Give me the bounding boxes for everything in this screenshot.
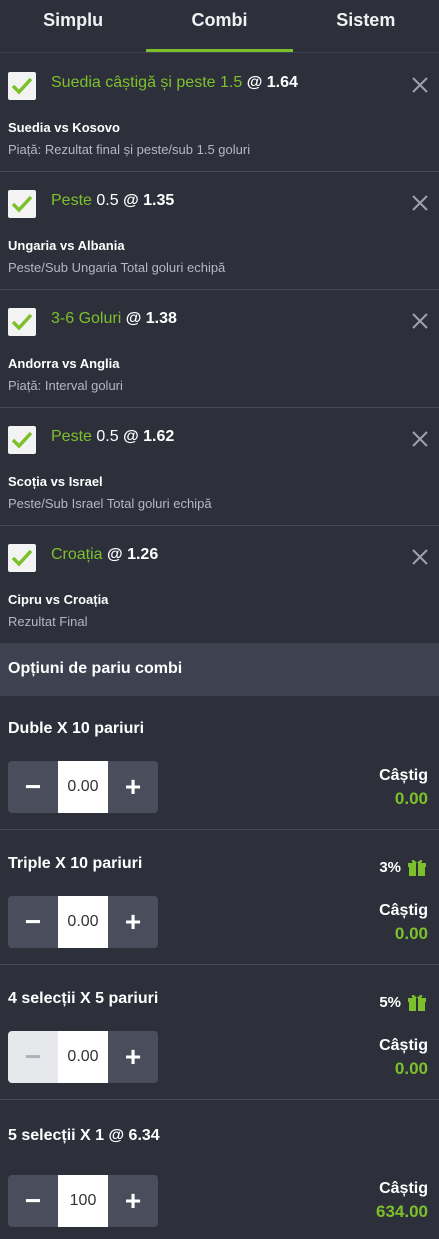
- selection-odds: @ 1.26: [107, 546, 159, 563]
- selection-pick: Peste: [51, 428, 92, 445]
- bonus-percent: 5%: [379, 993, 401, 1011]
- selection-odds: @ 1.64: [246, 74, 298, 91]
- tab-simplu[interactable]: Simplu: [0, 0, 146, 52]
- selection-item: 3-6 Goluri @ 1.38 Andorra vs Anglia Piaț…: [0, 290, 439, 408]
- stake-decrease-button[interactable]: −: [8, 761, 58, 813]
- tab-combi[interactable]: Combi: [146, 0, 293, 52]
- selection-item: Peste 0.5 @ 1.62 Scoția vs Israel Peste/…: [0, 408, 439, 526]
- bonus-badge: 5%: [379, 992, 427, 1012]
- combi-options-header: Opțiuni de pariu combi: [0, 643, 439, 696]
- bet-option-label: Duble X 10 pariuri: [8, 720, 145, 737]
- bonus-percent: 3%: [379, 858, 401, 876]
- stake-input[interactable]: 0.00: [58, 1031, 108, 1083]
- selection-match: Cipru vs Croația: [8, 592, 109, 607]
- close-icon[interactable]: [411, 430, 429, 448]
- selection-item: Suedia câștigă și peste 1.5 @ 1.64 Suedi…: [0, 54, 439, 172]
- stake-stepper: − 0.00 +: [8, 761, 158, 813]
- selection-checkbox[interactable]: [8, 190, 36, 218]
- stake-increase-button[interactable]: +: [108, 1175, 158, 1227]
- winnings-value: 0.00: [394, 924, 428, 943]
- check-icon: [11, 549, 33, 567]
- selection-market: Rezultat Final: [8, 614, 88, 629]
- winnings-value: 0.00: [394, 1059, 428, 1078]
- stake-increase-button[interactable]: +: [108, 761, 158, 813]
- stake-decrease-button[interactable]: −: [8, 1031, 58, 1083]
- selection-pick-extra: 0.5: [91, 192, 119, 209]
- selection-title: Peste 0.5 @ 1.62: [51, 428, 174, 446]
- close-icon[interactable]: [411, 548, 429, 566]
- bet-option-label: Triple X 10 pariuri: [8, 855, 143, 872]
- selection-odds: @ 1.38: [125, 310, 177, 327]
- selection-pick: 3-6 Goluri: [51, 310, 122, 327]
- bet-option-duble: Duble X 10 pariuri − 0.00 + Câștig 0.00: [0, 696, 439, 830]
- stake-increase-button[interactable]: +: [108, 896, 158, 948]
- bet-option-label: 5 selecții X 1 @ 6.34: [8, 1127, 160, 1144]
- selection-title: Peste 0.5 @ 1.35: [51, 192, 174, 210]
- winnings-value: 0.00: [394, 789, 428, 808]
- selection-market: Piață: Interval goluri: [8, 378, 123, 393]
- selection-item: Croația @ 1.26 Cipru vs Croația Rezultat…: [0, 526, 439, 644]
- selection-item: Peste 0.5 @ 1.35 Ungaria vs Albania Pest…: [0, 172, 439, 290]
- winnings-label: Câștig: [379, 902, 428, 919]
- stake-increase-button[interactable]: +: [108, 1031, 158, 1083]
- selection-checkbox[interactable]: [8, 308, 36, 336]
- selection-market: Peste/Sub Ungaria Total goluri echipă: [8, 260, 226, 275]
- close-icon[interactable]: [411, 194, 429, 212]
- selection-odds: @ 1.62: [123, 428, 175, 445]
- stake-input[interactable]: 0.00: [58, 896, 108, 948]
- check-icon: [11, 313, 33, 331]
- selection-pick: Peste: [51, 192, 92, 209]
- check-icon: [11, 195, 33, 213]
- bonus-badge: 3%: [379, 857, 427, 877]
- bet-type-tabs: Simplu Combi Sistem: [0, 0, 439, 53]
- winnings-label: Câștig: [379, 1180, 428, 1197]
- selection-title: 3-6 Goluri @ 1.38: [51, 310, 177, 328]
- close-icon[interactable]: [411, 312, 429, 330]
- selection-checkbox[interactable]: [8, 426, 36, 454]
- selection-odds: @ 1.35: [123, 192, 175, 209]
- selection-match: Andorra vs Anglia: [8, 356, 120, 371]
- stake-decrease-button[interactable]: −: [8, 896, 58, 948]
- stake-input[interactable]: 0.00: [58, 761, 108, 813]
- stake-decrease-button[interactable]: −: [8, 1175, 58, 1227]
- selection-pick: Croația: [51, 546, 103, 563]
- check-icon: [11, 431, 33, 449]
- selection-market: Piață: Rezultat final și peste/sub 1.5 g…: [8, 142, 251, 157]
- selection-checkbox[interactable]: [8, 544, 36, 572]
- check-icon: [11, 77, 33, 95]
- gift-icon: [408, 994, 426, 1011]
- winnings-label: Câștig: [379, 767, 428, 784]
- selection-match: Suedia vs Kosovo: [8, 120, 120, 135]
- selection-pick: Suedia câștigă și peste 1.5: [51, 74, 243, 91]
- selection-market: Peste/Sub Israel Total goluri echipă: [8, 496, 212, 511]
- winnings-label: Câștig: [379, 1037, 428, 1054]
- gift-icon: [408, 859, 426, 876]
- bet-option-label: 4 selecții X 5 pariuri: [8, 990, 159, 1007]
- selection-title: Suedia câștigă și peste 1.5 @ 1.64: [51, 74, 298, 92]
- selection-match: Scoția vs Israel: [8, 474, 103, 489]
- selection-match: Ungaria vs Albania: [8, 238, 125, 253]
- tab-sistem[interactable]: Sistem: [293, 0, 439, 52]
- selection-checkbox[interactable]: [8, 72, 36, 100]
- stake-input[interactable]: 100: [58, 1175, 108, 1227]
- stake-stepper: − 0.00 +: [8, 896, 158, 948]
- bet-option-4-selections: 4 selecții X 5 pariuri 5% − 0.00 + Câști…: [0, 966, 439, 1100]
- winnings-value: 634.00: [376, 1202, 428, 1221]
- bet-option-5-selections: 5 selecții X 1 @ 6.34 − 100 + Câștig 634…: [0, 1101, 439, 1239]
- stake-stepper: − 0.00 +: [8, 1031, 158, 1083]
- close-icon[interactable]: [411, 76, 429, 94]
- selection-title: Croația @ 1.26: [51, 546, 158, 564]
- stake-stepper: − 100 +: [8, 1175, 158, 1227]
- selection-pick-extra: 0.5: [91, 428, 119, 445]
- bet-option-triple: Triple X 10 pariuri 3% − 0.00 + Câștig 0…: [0, 831, 439, 965]
